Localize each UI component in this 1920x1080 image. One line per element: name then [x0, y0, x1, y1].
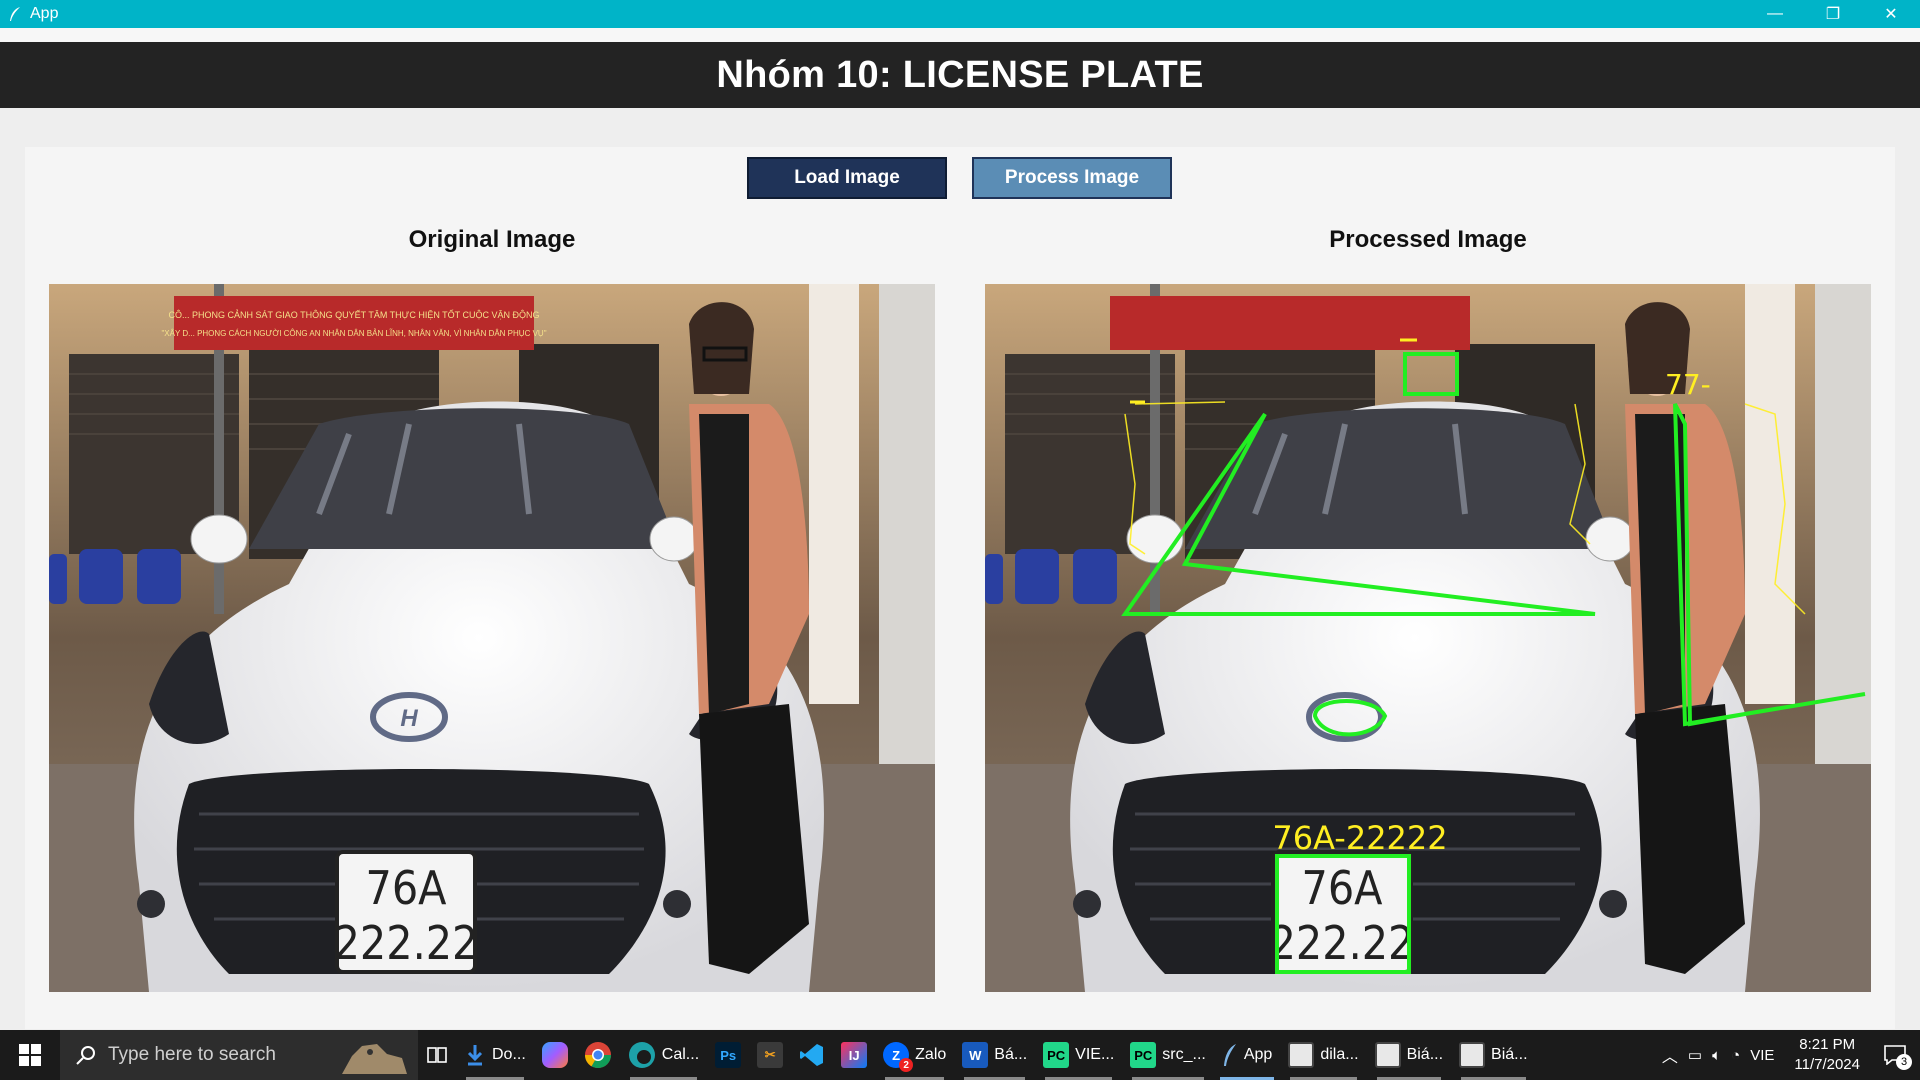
taskbar-search[interactable]: Type here to search [60, 1030, 418, 1080]
detected-plate-text: 76A-22222 [1272, 819, 1447, 857]
taskbar-label-word: Bá... [994, 1046, 1028, 1063]
taskbar-item-photoshop[interactable]: Ps [707, 1030, 749, 1080]
plate-line-2: 222.22 [334, 916, 479, 970]
original-image: CÔ... PHONG CẢNH SÁT GIAO THÔNG QUYẾT TÂ… [49, 284, 935, 992]
edge-icon [628, 1042, 655, 1068]
search-icon [76, 1046, 95, 1065]
notification-count: 3 [1896, 1054, 1912, 1070]
taskbar-item-window-2[interactable]: Biá... [1367, 1030, 1451, 1080]
taskbar-label-zalo: Zalo [915, 1046, 947, 1063]
battery-icon[interactable]: ▭ [1688, 1046, 1702, 1064]
taskbar-item-downloads[interactable]: Do... [456, 1030, 534, 1080]
minimize-button[interactable]: — [1746, 0, 1804, 28]
taskbar-item-window-3[interactable]: Biá... [1451, 1030, 1535, 1080]
taskbar-item-chrome[interactable] [576, 1030, 620, 1080]
window-icon [1374, 1042, 1401, 1068]
taskbar-label-edge: Cal... [661, 1046, 700, 1063]
taskbar-item-pycharm-2[interactable]: PC src_... [1122, 1030, 1214, 1080]
taskbar-item-word[interactable]: W Bá... [954, 1030, 1035, 1080]
feather-icon [1223, 1044, 1236, 1066]
system-tray: ︿ ▭ 🔈︎ ◔ VIE 8:21 PM 11/7/2024 3 [1662, 1030, 1920, 1080]
title-separator [0, 28, 1920, 42]
clock-time: 8:21 PM [1799, 1036, 1856, 1053]
processed-image: 76A 222.22 76A-22222 77- [985, 284, 1871, 992]
taskbar-item-app[interactable]: App [1214, 1030, 1280, 1080]
window-icon [1459, 1042, 1486, 1068]
taskbar-item-vscode[interactable] [791, 1030, 833, 1080]
taskbar-label-pycharm-1: VIE... [1075, 1046, 1115, 1063]
windows-icon [19, 1044, 41, 1066]
snip-icon: ✂ [757, 1042, 784, 1068]
download-icon [467, 1045, 483, 1066]
taskbar-item-intellij[interactable]: IJ [833, 1030, 875, 1080]
copilot-icon [541, 1042, 568, 1068]
noise-detection-text: 77- [1665, 368, 1711, 401]
process-image-button[interactable]: Process Image [972, 157, 1172, 199]
zalo-badge: 2 [899, 1058, 914, 1072]
language-indicator[interactable]: VIE [1750, 1047, 1774, 1064]
taskbar-label-window-2: Biá... [1406, 1046, 1444, 1063]
load-image-button[interactable]: Load Image [747, 157, 947, 199]
banner-line-2: "XÂY D... PHONG CÁCH NGƯỜI CÔNG AN NHÂN … [161, 329, 546, 338]
app-header: Nhóm 10: LICENSE PLATE [0, 42, 1920, 108]
start-button[interactable] [0, 1030, 60, 1080]
taskbar-item-window-1[interactable]: dila... [1280, 1030, 1366, 1080]
pycharm-icon: PC [1043, 1042, 1070, 1068]
taskbar-label-pycharm-2: src_... [1162, 1046, 1206, 1063]
window-icon [1288, 1042, 1315, 1068]
taskbar-item-copilot[interactable] [534, 1030, 576, 1080]
task-view-icon [427, 1047, 447, 1063]
window-titlebar: App — ❐ ✕ [0, 0, 1920, 28]
processed-plate-line-1: 76A [1302, 861, 1383, 915]
photoshop-icon: Ps [715, 1042, 742, 1068]
taskbar-item-zalo[interactable]: Z 2 Zalo [875, 1030, 954, 1080]
page-title: Nhóm 10: LICENSE PLATE [716, 53, 1204, 96]
search-highlight-icon [342, 1044, 407, 1074]
word-icon: W [962, 1042, 989, 1068]
taskbar-label-window-1: dila... [1320, 1046, 1359, 1063]
task-view-button[interactable] [418, 1030, 456, 1080]
taskbar-label-app: App [1243, 1046, 1273, 1063]
search-placeholder: Type here to search [108, 1044, 276, 1065]
feather-icon [6, 5, 24, 23]
chrome-icon [584, 1042, 611, 1069]
chevron-up-icon[interactable]: ︿ [1662, 1043, 1678, 1067]
banner-line-1: CÔ... PHONG CẢNH SÁT GIAO THÔNG QUYẾT TÂ… [168, 309, 539, 320]
notification-button[interactable]: 3 [1880, 1040, 1912, 1070]
intellij-icon: IJ [841, 1042, 868, 1068]
zalo-icon: Z 2 [883, 1042, 914, 1072]
window-title: App [30, 5, 59, 22]
windows-taskbar: Type here to search Do... Cal... Ps ✂ IJ… [0, 1030, 1920, 1080]
original-image-caption: Original Image [408, 226, 576, 253]
maximize-button[interactable]: ❐ [1804, 0, 1862, 28]
taskbar-item-edge[interactable]: Cal... [620, 1030, 707, 1080]
pycharm-icon: PC [1130, 1042, 1157, 1068]
taskbar-item-pycharm-1[interactable]: PC VIE... [1035, 1030, 1122, 1080]
vscode-icon [800, 1044, 824, 1066]
processed-plate-line-2: 222.22 [1270, 916, 1415, 970]
taskbar-label-downloads: Do... [492, 1046, 526, 1063]
taskbar-label-window-3: Biá... [1491, 1046, 1528, 1063]
taskbar-item-snip[interactable]: ✂ [749, 1030, 791, 1080]
svg-text:H: H [400, 705, 418, 732]
plate-line-1: 76A [366, 861, 447, 915]
volume-icon[interactable]: 🔈︎ [1712, 1047, 1721, 1064]
close-button[interactable]: ✕ [1862, 0, 1920, 28]
wifi-icon[interactable]: ◔ [1731, 1047, 1740, 1064]
clock[interactable]: 8:21 PM 11/7/2024 [1794, 1035, 1860, 1075]
clock-date: 11/7/2024 [1794, 1056, 1860, 1073]
processed-image-caption: Processed Image [1329, 226, 1527, 253]
